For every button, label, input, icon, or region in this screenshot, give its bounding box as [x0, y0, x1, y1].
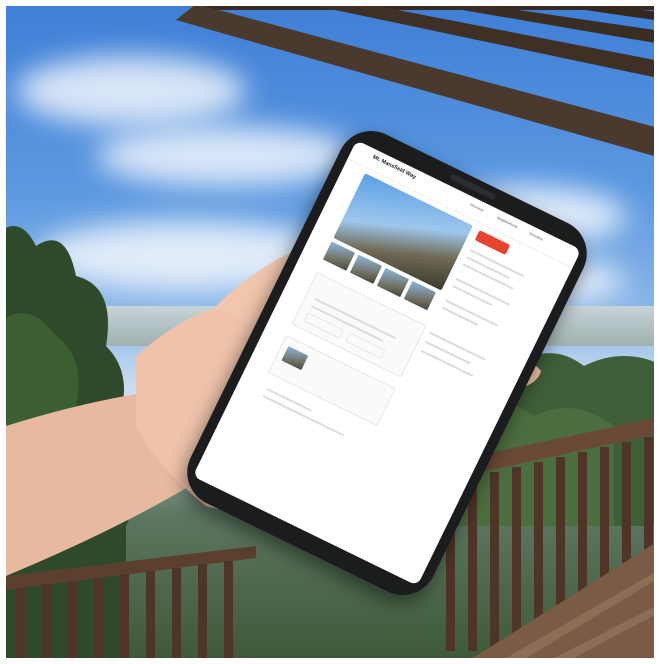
card-thumb: [281, 346, 309, 371]
image-frame: Mt. Mansfield Way Overview Neighborhood …: [0, 0, 660, 664]
photo-scene: Mt. Mansfield Way Overview Neighborhood …: [6, 6, 654, 658]
text-line: [424, 340, 471, 365]
nav-item[interactable]: Schedule: [528, 231, 543, 241]
nav-item[interactable]: Overview: [469, 203, 484, 213]
text-line: [441, 306, 479, 326]
site-title: Mt. Mansfield Way: [371, 154, 417, 181]
nav-item[interactable]: Neighborhood: [496, 216, 518, 229]
